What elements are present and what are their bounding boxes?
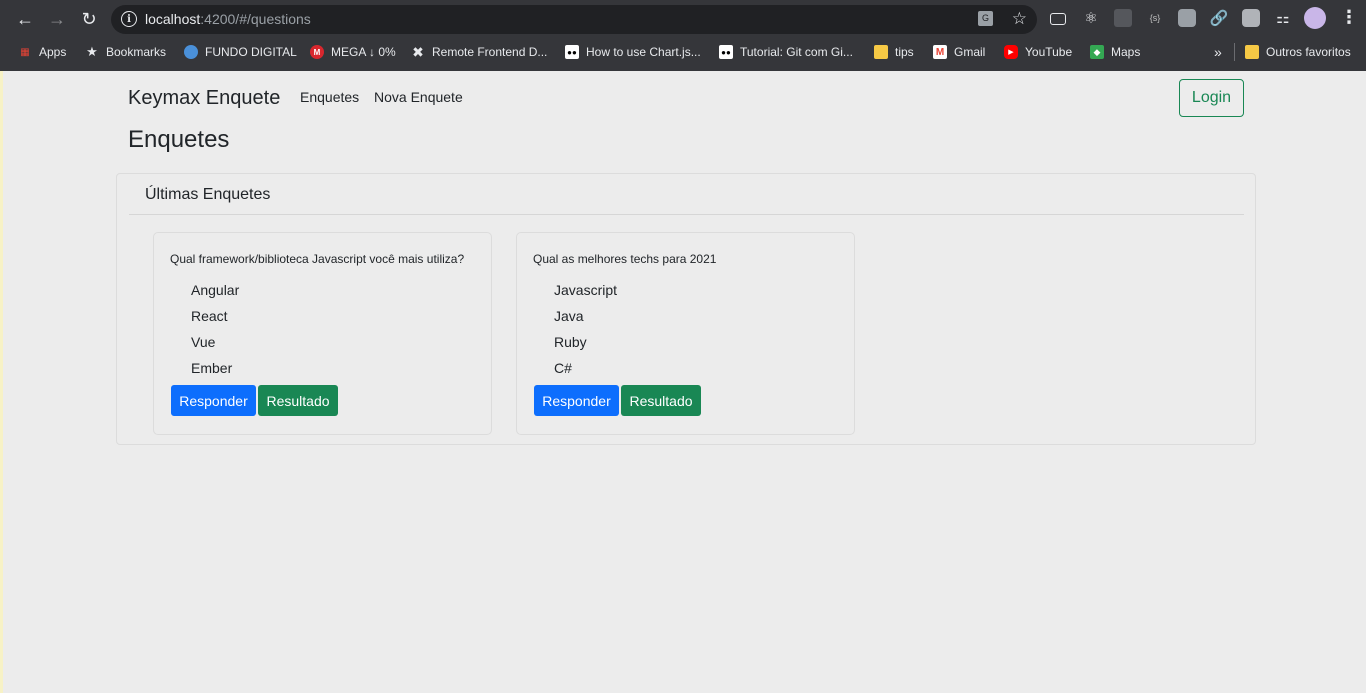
- bookmarks-overflow-button[interactable]: »: [1214, 43, 1222, 61]
- page-edge-strip: [0, 71, 3, 693]
- site-info-icon[interactable]: i: [121, 11, 137, 27]
- bookmark-apps[interactable]: ▦ Apps: [18, 43, 66, 61]
- extension-s-icon[interactable]: {s}: [1146, 9, 1164, 27]
- extension-grid-icon[interactable]: [1114, 9, 1132, 27]
- nav-link-nova-enquete[interactable]: Nova Enquete: [374, 89, 463, 105]
- reload-icon[interactable]: ↻: [75, 5, 103, 33]
- panel-title: Últimas Enquetes: [145, 186, 271, 203]
- youtube-icon: ▶: [1004, 45, 1018, 59]
- folder-icon: [874, 45, 888, 59]
- apps-grid-icon: ▦: [20, 46, 30, 58]
- folder-icon: [1245, 45, 1259, 59]
- terminal-extension-icon[interactable]: [1050, 13, 1066, 25]
- bookmark-remote-frontend[interactable]: ✖ Remote Frontend D...: [411, 43, 547, 61]
- poll-question: Qual framework/biblioteca Javascript voc…: [170, 252, 465, 266]
- x-icon: ✖: [412, 43, 424, 60]
- profile-avatar-icon[interactable]: [1304, 7, 1326, 29]
- back-arrow-icon[interactable]: ←: [11, 5, 39, 33]
- browser-chrome: ← → ↻ i localhost:4200/#/questions G ☆ ⚛…: [0, 0, 1366, 71]
- puzzle-icon[interactable]: ⚏: [1274, 9, 1292, 27]
- poll-option: C#: [554, 360, 572, 376]
- bookmark-maps[interactable]: ◆ Maps: [1090, 43, 1140, 61]
- bookmark-youtube[interactable]: ▶ YouTube: [1004, 43, 1072, 61]
- poll-option: Ruby: [554, 334, 587, 350]
- medium-icon: ●●: [719, 45, 733, 59]
- extension-square-icon[interactable]: [1178, 9, 1196, 27]
- poll-option: Javascript: [554, 282, 618, 298]
- navbar-brand[interactable]: Keymax Enquete: [128, 87, 280, 110]
- latest-polls-panel: Últimas Enquetes Qual framework/bibliote…: [116, 173, 1256, 445]
- bookmark-separator: [1234, 43, 1235, 61]
- bookmark-mega[interactable]: M MEGA ↓ 0%: [310, 43, 396, 61]
- bookmark-other-favorites[interactable]: Outros favoritos: [1245, 43, 1351, 61]
- poll-option: Angular: [191, 282, 240, 298]
- bookmark-gmail[interactable]: M Gmail: [933, 43, 985, 61]
- panel-divider: [129, 214, 1244, 215]
- bookmark-tips[interactable]: tips: [874, 43, 914, 61]
- nav-link-enquetes[interactable]: Enquetes: [300, 89, 359, 105]
- fundo-digital-icon: [184, 45, 198, 59]
- maps-icon: ◆: [1090, 45, 1104, 59]
- poll-option: Ember: [191, 360, 233, 376]
- result-button[interactable]: Resultado: [258, 385, 338, 416]
- poll-option: Vue: [191, 334, 216, 350]
- extension-n-icon[interactable]: [1242, 9, 1260, 27]
- react-devtools-icon[interactable]: ⚛: [1082, 9, 1100, 27]
- bookmark-tutorial-git[interactable]: ●● Tutorial: Git com Gi...: [719, 43, 853, 61]
- gmail-icon: M: [933, 45, 947, 59]
- bookmark-chartjs[interactable]: ●● How to use Chart.js...: [565, 43, 701, 61]
- url-text[interactable]: localhost:4200/#/questions: [145, 11, 311, 27]
- mega-icon: M: [310, 45, 324, 59]
- browser-toolbar: ← → ↻ i localhost:4200/#/questions G ☆ ⚛…: [0, 0, 1366, 38]
- forward-arrow-icon[interactable]: →: [43, 5, 71, 33]
- poll-option: React: [191, 308, 228, 324]
- bookmark-fundo-digital[interactable]: FUNDO DIGITAL: [184, 43, 297, 61]
- poll-question: Qual as melhores techs para 2021: [533, 252, 717, 266]
- poll-card: Qual as melhores techs para 2021 Javascr…: [516, 232, 855, 435]
- menu-dots-icon[interactable]: ⋮: [1340, 8, 1358, 26]
- poll-card: Qual framework/biblioteca Javascript voc…: [153, 232, 492, 435]
- login-button[interactable]: Login: [1179, 79, 1244, 117]
- poll-option: Java: [554, 308, 584, 324]
- page-title: Enquetes: [128, 126, 230, 153]
- address-bar[interactable]: i localhost:4200/#/questions G ☆: [111, 5, 1037, 34]
- translate-icon[interactable]: G: [978, 11, 993, 26]
- bookmark-star-icon[interactable]: ☆: [1012, 9, 1027, 29]
- result-button[interactable]: Resultado: [621, 385, 701, 416]
- respond-button[interactable]: Responder: [534, 385, 619, 416]
- bookmark-bookmarks[interactable]: ★ Bookmarks: [85, 43, 166, 61]
- respond-button[interactable]: Responder: [171, 385, 256, 416]
- star-icon: ★: [86, 44, 98, 59]
- medium-icon: ●●: [565, 45, 579, 59]
- link-extension-icon[interactable]: 🔗: [1210, 9, 1229, 27]
